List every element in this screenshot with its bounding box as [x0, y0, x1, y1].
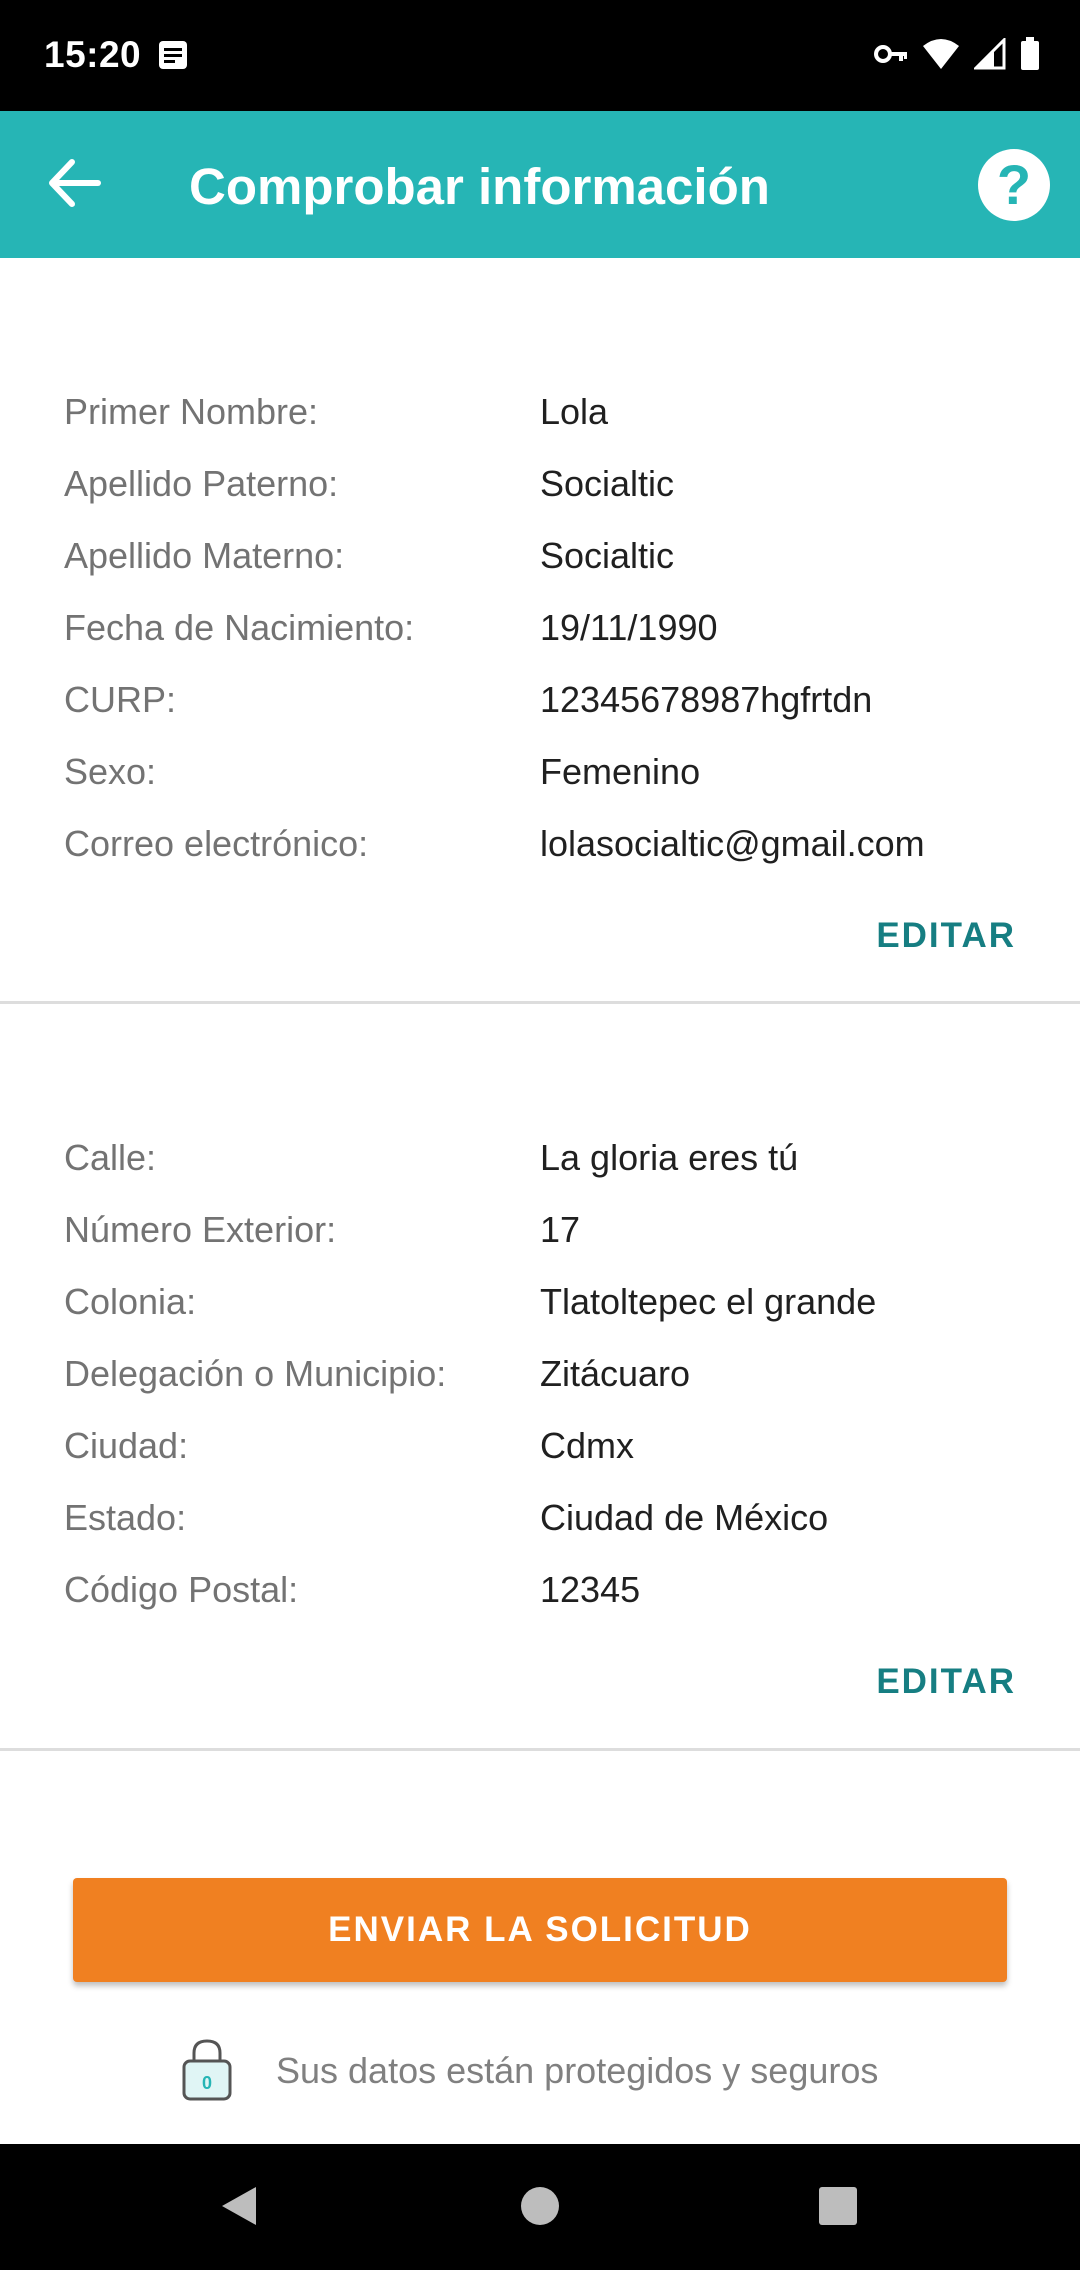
help-button[interactable]: ? — [978, 149, 1050, 221]
field-value: Femenino — [540, 751, 701, 792]
info-row: Calle: La gloria eres tú — [64, 1122, 1024, 1194]
security-note: 0 Sus datos están protegidos y seguros — [180, 2036, 878, 2106]
vpn-key-icon — [874, 43, 908, 70]
system-nav-bar — [0, 2144, 1080, 2270]
info-row: Delegación o Municipio: Zitácuaro — [64, 1338, 1024, 1410]
field-label: Apellido Paterno: — [64, 463, 339, 504]
back-button[interactable] — [36, 147, 112, 223]
field-value: Socialtic — [540, 463, 675, 504]
edit-personal-button[interactable]: EDITAR — [876, 906, 1016, 966]
info-row: Primer Nombre: Lola — [64, 376, 1024, 448]
section-divider — [0, 1748, 1080, 1751]
app-bar: Comprobar información ? — [0, 111, 1080, 258]
battery-icon — [1020, 36, 1040, 76]
info-row: Número Exterior: 17 — [64, 1194, 1024, 1266]
info-row: Correo electrónico: lolasocialtic@gmail.… — [64, 808, 1024, 880]
field-value: Zitácuaro — [540, 1353, 691, 1394]
field-label: Correo electrónico: — [64, 823, 369, 864]
field-value: Ciudad de México — [540, 1497, 829, 1538]
field-label: CURP: — [64, 679, 177, 720]
info-row: Ciudad: Cdmx — [64, 1410, 1024, 1482]
info-row: Apellido Paterno: Socialtic — [64, 448, 1024, 520]
info-row: Sexo: Femenino — [64, 736, 1024, 808]
field-value: Lola — [540, 391, 609, 432]
field-value: Cdmx — [540, 1425, 635, 1466]
status-time: 15:20 — [44, 34, 142, 75]
field-label: Apellido Materno: — [64, 535, 345, 576]
field-label: Estado: — [64, 1497, 187, 1538]
lock-digit: 0 — [202, 2073, 212, 2093]
field-label: Sexo: — [64, 751, 157, 792]
field-value: 12345678987hgfrtdn — [540, 679, 873, 720]
padlock-icon: 0 — [180, 2037, 234, 2106]
address-info-section: Calle: La gloria eres tú Número Exterior… — [0, 1004, 1080, 1748]
status-bar: 15:20 — [0, 0, 1080, 111]
field-value: lolasocialtic@gmail.com — [540, 823, 925, 864]
security-text: Sus datos están protegidos y seguros — [276, 2050, 879, 2091]
field-value: Socialtic — [540, 535, 675, 576]
nav-home-button[interactable] — [512, 2180, 568, 2236]
field-label: Fecha de Nacimiento: — [64, 607, 415, 648]
submit-request-button[interactable]: ENVIAR LA SOLICITUD — [73, 1878, 1007, 1982]
field-label: Número Exterior: — [64, 1209, 337, 1250]
wifi-icon — [922, 38, 960, 75]
edit-address-button[interactable]: EDITAR — [876, 1652, 1016, 1712]
field-label: Colonia: — [64, 1281, 197, 1322]
field-value: La gloria eres tú — [540, 1137, 799, 1178]
field-value: 17 — [540, 1209, 581, 1250]
arrow-left-icon — [46, 158, 102, 213]
nav-recents-button[interactable] — [810, 2180, 866, 2236]
square-recents-icon — [818, 2186, 858, 2231]
personal-info-section: Primer Nombre: Lola Apellido Paterno: So… — [0, 258, 1080, 1002]
field-label: Código Postal: — [64, 1569, 299, 1610]
info-row: Fecha de Nacimiento: 19/11/1990 — [64, 592, 1024, 664]
field-label: Primer Nombre: — [64, 391, 319, 432]
field-value: 19/11/1990 — [540, 607, 718, 648]
field-label: Delegación o Municipio: — [64, 1353, 447, 1394]
info-row: Código Postal: 12345 — [64, 1554, 1024, 1626]
notification-icon — [158, 40, 188, 70]
field-value: 12345 — [540, 1569, 641, 1610]
info-row: CURP: 12345678987hgfrtdn — [64, 664, 1024, 736]
field-label: Calle: — [64, 1137, 157, 1178]
page-title: Comprobar información — [189, 158, 770, 215]
info-row: Apellido Materno: Socialtic — [64, 520, 1024, 592]
triangle-back-icon — [216, 2183, 260, 2234]
circle-home-icon — [520, 2186, 560, 2231]
question-mark-icon: ? — [996, 153, 1032, 216]
info-row: Colonia: Tlatoltepec el grande — [64, 1266, 1024, 1338]
field-label: Ciudad: — [64, 1425, 189, 1466]
field-value: Tlatoltepec el grande — [540, 1281, 877, 1322]
cell-signal-icon — [972, 35, 1006, 75]
info-row: Estado: Ciudad de México — [64, 1482, 1024, 1554]
nav-back-button[interactable] — [210, 2180, 266, 2236]
